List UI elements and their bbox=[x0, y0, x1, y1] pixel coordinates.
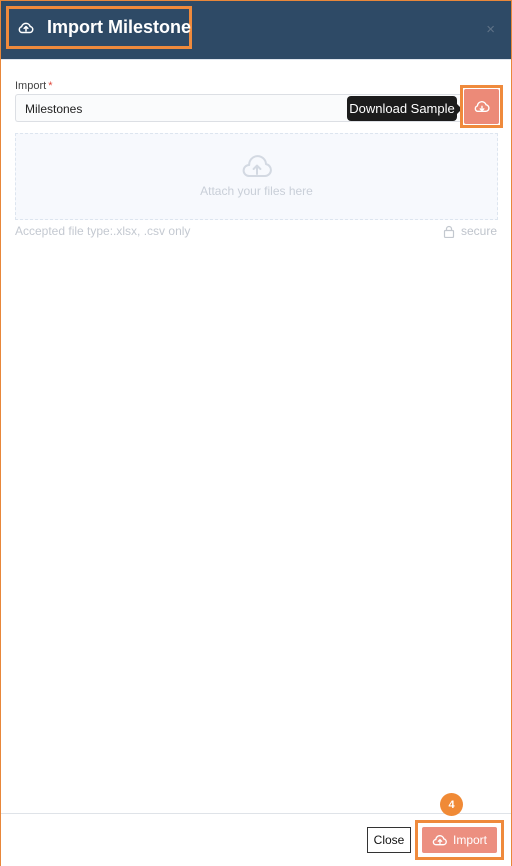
close-button[interactable]: Close bbox=[367, 827, 411, 853]
modal-title: Import Milestone bbox=[47, 17, 192, 37]
download-sample-button[interactable] bbox=[464, 89, 499, 124]
import-label-text: Import bbox=[15, 80, 47, 92]
import-type-value: Milestones bbox=[25, 102, 83, 116]
accepted-file-types: Accepted file type:.xlsx, .csv only bbox=[15, 224, 191, 238]
step-badge: 4 bbox=[440, 793, 463, 816]
cloud-download-icon bbox=[473, 99, 491, 115]
import-button[interactable]: Import bbox=[422, 827, 497, 853]
secure-indicator: secure bbox=[443, 224, 497, 238]
file-dropzone[interactable]: Attach your files here bbox=[15, 133, 498, 220]
import-milestone-modal: Import Milestone × Import * Milestones Do… bbox=[0, 0, 512, 866]
required-marker: * bbox=[48, 80, 53, 92]
cloud-upload-icon bbox=[240, 154, 274, 180]
import-field-label: Import * bbox=[15, 80, 52, 92]
modal-header: Import Milestone × bbox=[1, 1, 511, 60]
cloud-upload-icon bbox=[432, 834, 448, 846]
title-highlight: Import Milestone bbox=[6, 6, 192, 49]
dropzone-text: Attach your files here bbox=[200, 184, 313, 198]
lock-icon bbox=[443, 225, 455, 238]
close-icon[interactable]: × bbox=[486, 22, 495, 37]
download-sample-tooltip: Download Sample bbox=[347, 96, 462, 121]
import-button-label: Import bbox=[452, 833, 487, 847]
secure-text: secure bbox=[461, 224, 498, 238]
cloud-upload-icon bbox=[17, 19, 35, 37]
